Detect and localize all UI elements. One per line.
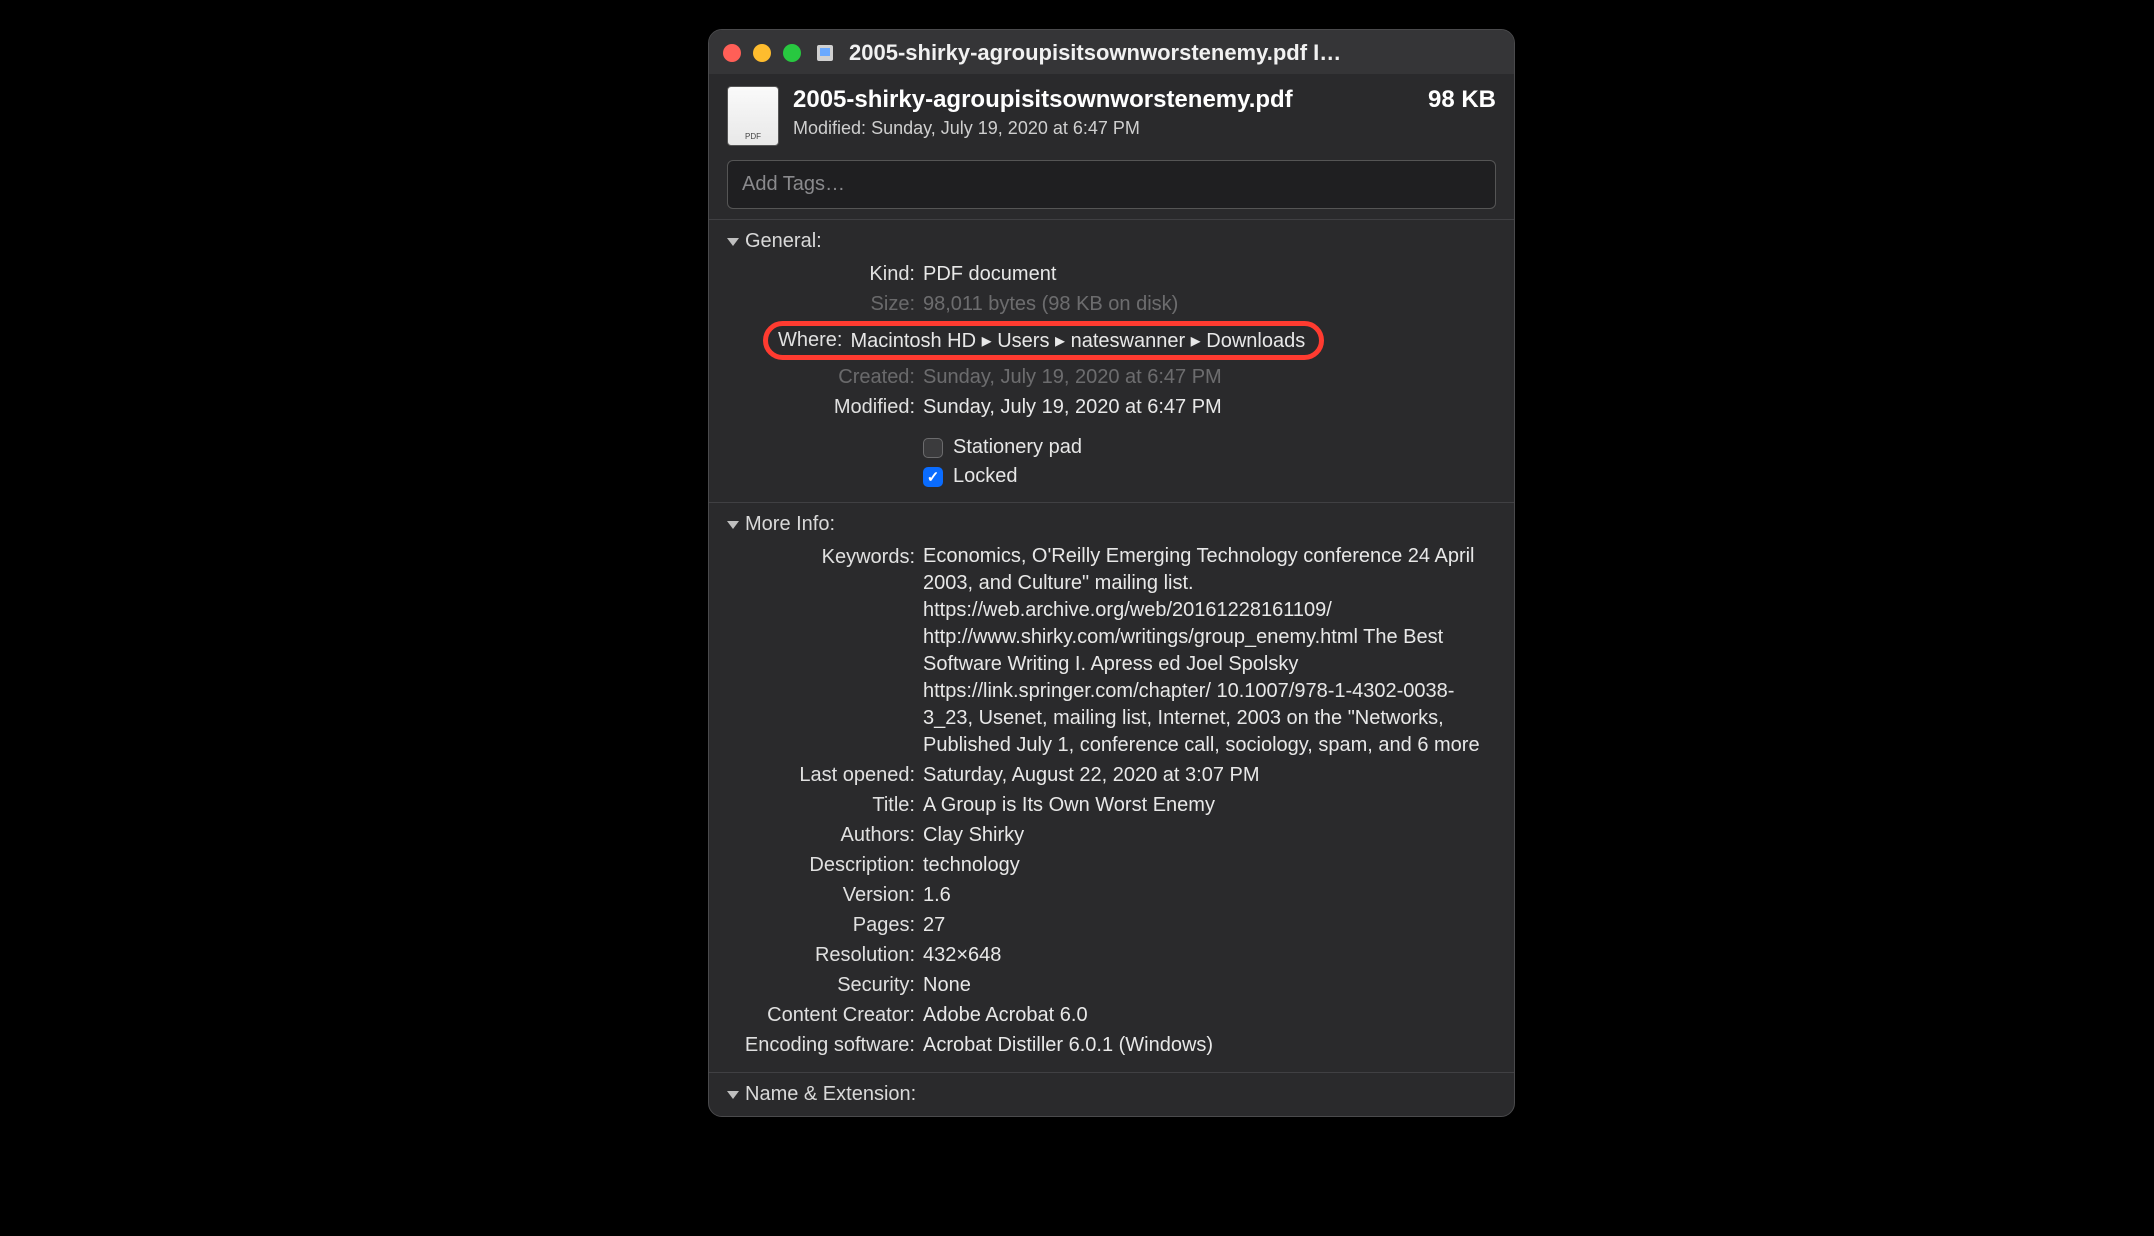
label: Size: — [727, 290, 923, 318]
value: Macintosh HD ▸ Users ▸ nateswanner ▸ Dow… — [850, 328, 1305, 353]
value: Economics, O'Reilly Emerging Technology … — [923, 543, 1496, 759]
row-stationery: Stationery pad — [709, 432, 1514, 461]
label: Created: — [727, 363, 923, 391]
section-header-name-extension[interactable]: Name & Extension: — [709, 1083, 1514, 1112]
label: Last opened: — [727, 761, 923, 789]
file-header: 2005-shirky-agroupisitsownworstenemy.pdf… — [709, 74, 1514, 154]
value: Adobe Acrobat 6.0 — [923, 1001, 1496, 1029]
label: Pages: — [727, 911, 923, 939]
section-label: More Info: — [745, 513, 835, 536]
label: Modified: — [727, 393, 923, 421]
value: 1.6 — [923, 881, 1496, 909]
section-name-extension: Name & Extension: — [709, 1072, 1514, 1116]
row-resolution: Resolution: 432×648 — [709, 940, 1514, 970]
label: Version: — [727, 881, 923, 909]
value: Acrobat Distiller 6.0.1 (Windows) — [923, 1031, 1496, 1059]
row-keywords: Keywords: Economics, O'Reilly Emerging T… — [709, 542, 1514, 760]
chevron-down-icon — [727, 521, 739, 529]
row-size: Size: 98,011 bytes (98 KB on disk) — [709, 289, 1514, 319]
locked-checkbox[interactable] — [923, 467, 943, 487]
row-content-creator: Content Creator: Adobe Acrobat 6.0 — [709, 1000, 1514, 1030]
row-pages: Pages: 27 — [709, 910, 1514, 940]
locked-label: Locked — [953, 465, 1018, 488]
zoom-button[interactable] — [783, 44, 801, 62]
value: Sunday, July 19, 2020 at 6:47 PM — [923, 363, 1496, 391]
label: Keywords: — [727, 543, 923, 759]
get-info-window: 2005-shirky-agroupisitsownworstenemy.pdf… — [708, 29, 1515, 1117]
label: Title: — [727, 791, 923, 819]
document-icon — [727, 86, 779, 146]
row-title: Title: A Group is Its Own Worst Enemy — [709, 790, 1514, 820]
stationery-label: Stationery pad — [953, 436, 1082, 459]
value: technology — [923, 851, 1496, 879]
value: A Group is Its Own Worst Enemy — [923, 791, 1496, 819]
modified-value: Sunday, July 19, 2020 at 6:47 PM — [871, 118, 1140, 138]
traffic-lights — [723, 44, 801, 62]
chevron-down-icon — [727, 238, 739, 246]
row-where-highlight: Where: Macintosh HD ▸ Users ▸ nateswanne… — [721, 321, 1502, 360]
preview-app-icon — [814, 42, 836, 64]
label: Kind: — [727, 260, 923, 288]
row-lastopened: Last opened: Saturday, August 22, 2020 a… — [709, 760, 1514, 790]
label: Encoding software: — [727, 1031, 923, 1059]
label: Where: — [778, 329, 850, 352]
value: 432×648 — [923, 941, 1496, 969]
section-label: Name & Extension: — [745, 1083, 916, 1106]
minimize-button[interactable] — [753, 44, 771, 62]
value: PDF document — [923, 260, 1496, 288]
row-version: Version: 1.6 — [709, 880, 1514, 910]
value: Clay Shirky — [923, 821, 1496, 849]
tags-input[interactable]: Add Tags… — [727, 160, 1496, 209]
titlebar: 2005-shirky-agroupisitsownworstenemy.pdf… — [709, 30, 1514, 74]
row-authors: Authors: Clay Shirky — [709, 820, 1514, 850]
label: Content Creator: — [727, 1001, 923, 1029]
window-title: 2005-shirky-agroupisitsownworstenemy.pdf… — [849, 40, 1500, 66]
row-kind: Kind: PDF document — [709, 259, 1514, 289]
row-modified: Modified: Sunday, July 19, 2020 at 6:47 … — [709, 392, 1514, 422]
modified-label: Modified: — [793, 118, 866, 138]
stationery-checkbox[interactable] — [923, 438, 943, 458]
value: 98,011 bytes (98 KB on disk) — [923, 290, 1496, 318]
section-header-moreinfo[interactable]: More Info: — [709, 513, 1514, 542]
row-description: Description: technology — [709, 850, 1514, 880]
section-general: General: Kind: PDF document Size: 98,011… — [709, 219, 1514, 502]
value: 27 — [923, 911, 1496, 939]
row-encoding-software: Encoding software: Acrobat Distiller 6.0… — [709, 1030, 1514, 1060]
value: Saturday, August 22, 2020 at 3:07 PM — [923, 761, 1496, 789]
row-security: Security: None — [709, 970, 1514, 1000]
label: Authors: — [727, 821, 923, 849]
close-button[interactable] — [723, 44, 741, 62]
file-size: 98 KB — [1428, 86, 1496, 114]
row-created: Created: Sunday, July 19, 2020 at 6:47 P… — [709, 362, 1514, 392]
file-name: 2005-shirky-agroupisitsownworstenemy.pdf — [793, 86, 1414, 114]
value: Sunday, July 19, 2020 at 6:47 PM — [923, 393, 1496, 421]
label: Security: — [727, 971, 923, 999]
section-label: General: — [745, 230, 822, 253]
section-header-general[interactable]: General: — [709, 230, 1514, 259]
where-highlight: Where: Macintosh HD ▸ Users ▸ nateswanne… — [763, 321, 1324, 360]
label: Description: — [727, 851, 923, 879]
section-moreinfo: More Info: Keywords: Economics, O'Reilly… — [709, 502, 1514, 1072]
label: Resolution: — [727, 941, 923, 969]
chevron-down-icon — [727, 1091, 739, 1099]
value: None — [923, 971, 1496, 999]
row-locked: Locked — [709, 461, 1514, 490]
